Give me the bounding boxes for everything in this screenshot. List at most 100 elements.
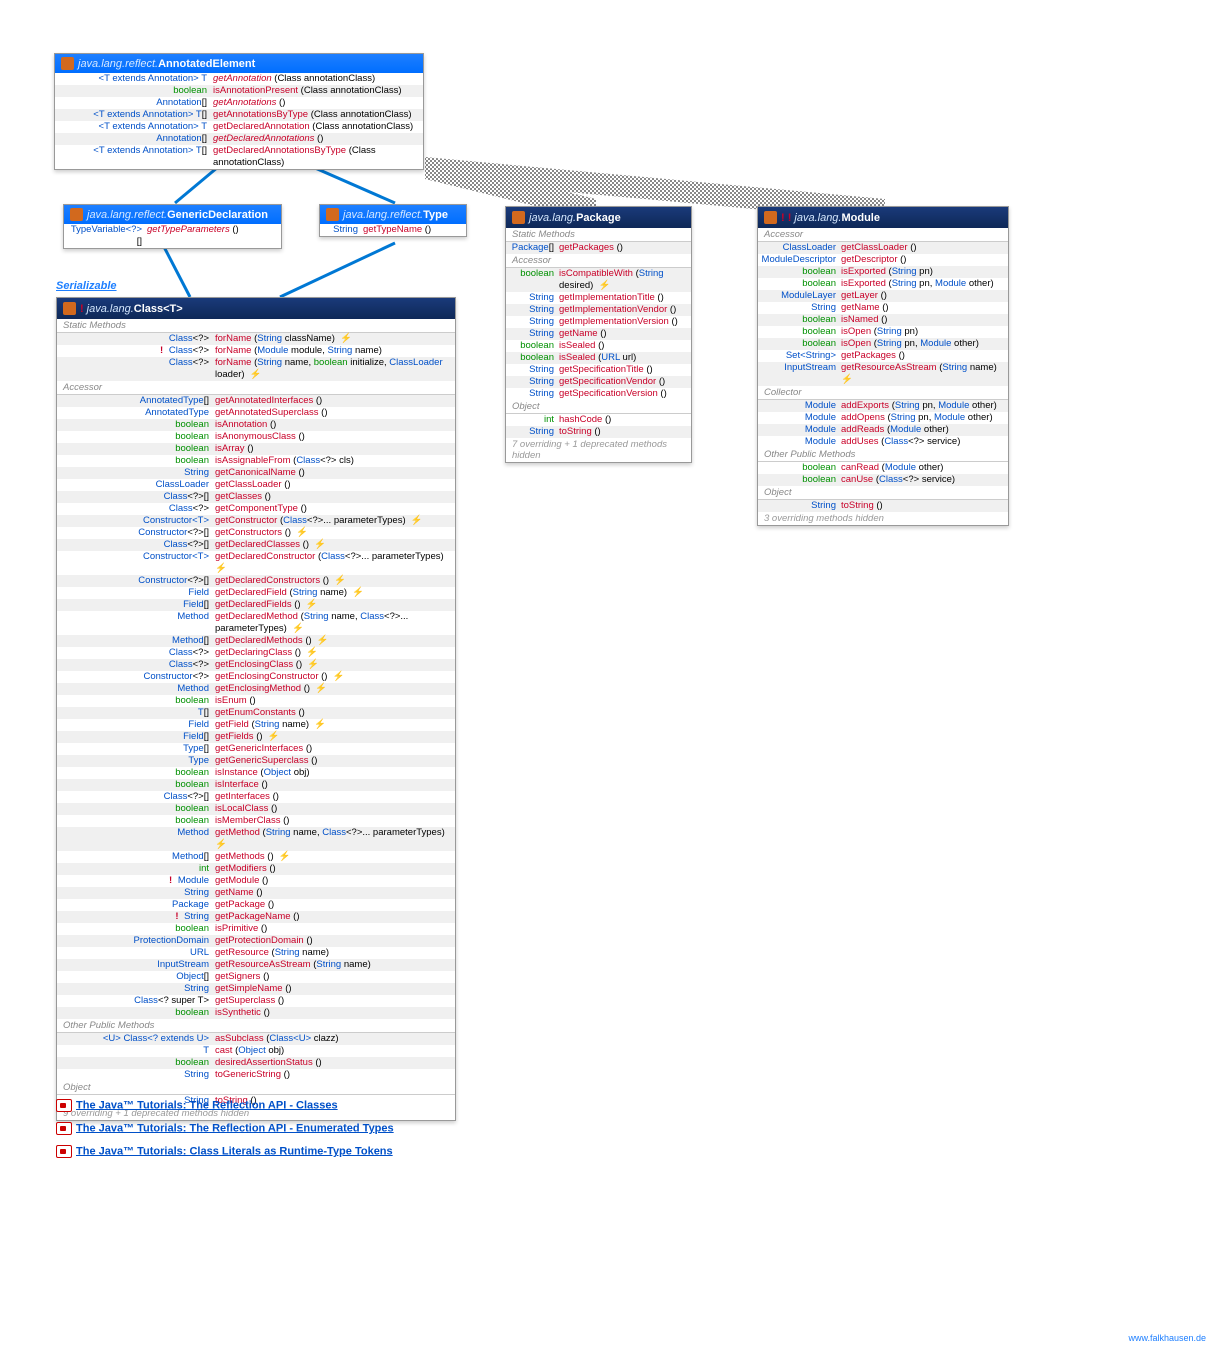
method-row: Class<? super T>getSuperclass () <box>57 995 455 1007</box>
method-row: booleanisPrimitive () <box>57 923 455 935</box>
method-row: Annotation[]getAnnotations () <box>55 97 423 109</box>
method-row: Class<?>getComponentType () <box>57 503 455 515</box>
tutorial-link[interactable]: The Java™ Tutorials: The Reflection API … <box>56 1099 338 1112</box>
hidden-methods-note: 7 overriding + 1 deprecated methods hidd… <box>506 438 691 462</box>
method-row: Constructor<T>getDeclaredConstructor (Cl… <box>57 551 455 575</box>
method-row: StringgetSpecificationVersion () <box>506 388 691 400</box>
method-row: booleanisOpen (String pn, Module other) <box>758 338 1008 350</box>
class-name: Package <box>576 212 621 224</box>
method-row: StringgetImplementationVendor () <box>506 304 691 316</box>
method-row: Constructor<?>getEnclosingConstructor ()… <box>57 671 455 683</box>
method-row: StringgetCanonicalName () <box>57 467 455 479</box>
method-row: FieldgetField (String name) ‌ ⚡ <box>57 719 455 731</box>
method-row: Class<?>getDeclaringClass () ‌ ⚡ <box>57 647 455 659</box>
method-row: booleandesiredAssertionStatus () <box>57 1057 455 1069</box>
method-row: booleanisExported (String pn, Module oth… <box>758 278 1008 290</box>
method-row: booleancanUse (Class<?> service) <box>758 474 1008 486</box>
method-row: booleanisSynthetic () <box>57 1007 455 1019</box>
oracle-icon <box>56 1099 72 1112</box>
method-row: TypeVariable<?> []getTypeParameters () <box>64 224 281 248</box>
box-header: java.lang.reflect.GenericDeclaration <box>64 205 281 224</box>
method-row: AnnotatedType[]getAnnotatedInterfaces () <box>57 395 455 407</box>
section-header: Object <box>506 400 691 414</box>
credit: www.falkhausen.de <box>1128 1333 1206 1343</box>
method-row: InputStreamgetResourceAsStream (String n… <box>57 959 455 971</box>
class-icon <box>764 211 777 224</box>
method-row: <T extends Annotation> TgetDeclaredAnnot… <box>55 121 423 133</box>
tutorial-link[interactable]: The Java™ Tutorials: The Reflection API … <box>56 1122 394 1135</box>
method-row: Class<?>[]getClasses () <box>57 491 455 503</box>
package-name: java.lang. <box>529 212 576 224</box>
method-row: booleanisMemberClass () <box>57 815 455 827</box>
interface-icon <box>70 208 83 221</box>
method-row: Field[]getDeclaredFields () ‌ ⚡ <box>57 599 455 611</box>
class-box: !java.lang.Class<T> Static Methods Class<… <box>56 297 456 1121</box>
section-header: Collector <box>758 386 1008 400</box>
method-row: booleanisAnonymousClass () <box>57 431 455 443</box>
serializable-label: Serializable <box>56 280 117 292</box>
method-row: booleanisLocalClass () <box>57 803 455 815</box>
section-header: Accessor <box>758 228 1008 242</box>
method-row: booleanisOpen (String pn) <box>758 326 1008 338</box>
method-row: ModuleLayergetLayer () <box>758 290 1008 302</box>
class-icon <box>63 302 76 315</box>
box-header: !java.lang.Class<T> <box>57 298 455 319</box>
method-row: StringgetName () <box>506 328 691 340</box>
method-row: ModuleDescriptorgetDescriptor () <box>758 254 1008 266</box>
method-row: StringgetTypeName () <box>320 224 466 236</box>
method-row: MethodgetEnclosingMethod () ‌ ⚡ <box>57 683 455 695</box>
method-row: booleanisAssignableFrom (Class<?> cls) <box>57 455 455 467</box>
class-name: AnnotatedElement <box>158 58 255 70</box>
package-name: java.lang.reflect. <box>78 58 158 70</box>
interface-icon <box>326 208 339 221</box>
method-row: ! ModulegetModule () <box>57 875 455 887</box>
method-row: Package[]getPackages () <box>506 242 691 254</box>
type-box: java.lang.reflect.Type StringgetTypeName… <box>319 204 467 237</box>
method-row: <T extends Annotation> TgetAnnotation (C… <box>55 73 423 85</box>
method-row: TypegetGenericSuperclass () <box>57 755 455 767</box>
class-name: GenericDeclaration <box>167 209 268 221</box>
method-row: Class<?>getEnclosingClass () ‌ ⚡ <box>57 659 455 671</box>
method-row: intgetModifiers () <box>57 863 455 875</box>
method-row: Class<?>forName (String name, boolean in… <box>57 357 455 381</box>
package-name: java.lang.reflect. <box>87 209 167 221</box>
package-box: java.lang.Package Static MethodsPackage[… <box>505 206 692 463</box>
section-header: Object <box>758 486 1008 500</box>
class-name: Module <box>841 212 880 224</box>
method-row: booleanisCompatibleWith (String desired)… <box>506 268 691 292</box>
method-row: FieldgetDeclaredField (String name) ‌ ⚡ <box>57 587 455 599</box>
method-row: StringgetImplementationTitle () <box>506 292 691 304</box>
method-row: MethodgetMethod (String name, Class<?>..… <box>57 827 455 851</box>
method-row: <T extends Annotation> T[]getDeclaredAnn… <box>55 145 423 169</box>
section-header: Accessor <box>57 381 455 395</box>
method-row: Class<?>[]getDeclaredClasses () ‌ ⚡ <box>57 539 455 551</box>
method-row: StringgetSimpleName () <box>57 983 455 995</box>
method-row: Method[]getMethods () ‌ ⚡ <box>57 851 455 863</box>
box-header: java.lang.reflect.AnnotatedElement <box>55 54 423 73</box>
method-row: MethodgetDeclaredMethod (String name, Cl… <box>57 611 455 635</box>
method-row: PackagegetPackage () <box>57 899 455 911</box>
method-row: StringtoString () <box>758 500 1008 512</box>
method-row: StringtoString () <box>506 426 691 438</box>
method-row: booleanisNamed () <box>758 314 1008 326</box>
module-box: ! !java.lang.Module AccessorClassLoaderg… <box>757 206 1009 526</box>
method-row: StringgetImplementationVersion () <box>506 316 691 328</box>
method-row: Set<String>getPackages () <box>758 350 1008 362</box>
method-row: booleanisSealed (URL url) <box>506 352 691 364</box>
package-name: java.lang. <box>87 303 134 315</box>
generic-declaration-box: java.lang.reflect.GenericDeclaration Typ… <box>63 204 282 249</box>
method-row: StringtoGenericString () <box>57 1069 455 1081</box>
box-header: java.lang.Package <box>506 207 691 228</box>
method-row: ModuleaddUses (Class<?> service) <box>758 436 1008 448</box>
tutorial-link[interactable]: The Java™ Tutorials: Class Literals as R… <box>56 1145 393 1158</box>
method-row: Constructor<T>getConstructor (Class<?>..… <box>57 515 455 527</box>
method-row: StringgetName () <box>758 302 1008 314</box>
method-row: Constructor<?>[]getDeclaredConstructors … <box>57 575 455 587</box>
method-row: ClassLoadergetClassLoader () <box>758 242 1008 254</box>
method-row: ModuleaddOpens (String pn, Module other) <box>758 412 1008 424</box>
method-row: InputStreamgetResourceAsStream (String n… <box>758 362 1008 386</box>
method-row: booleanisArray () <box>57 443 455 455</box>
section-header: Static Methods <box>57 319 455 333</box>
section-header: Other Public Methods <box>57 1019 455 1033</box>
method-row: ModuleaddReads (Module other) <box>758 424 1008 436</box>
